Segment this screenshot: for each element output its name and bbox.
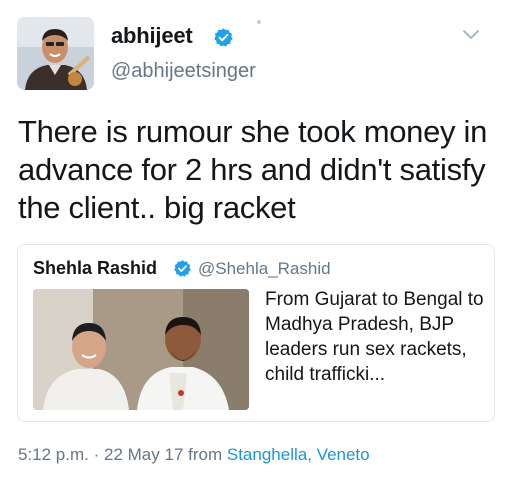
avatar-image	[17, 17, 94, 90]
location-link[interactable]: Stanghella, Veneto	[227, 445, 370, 464]
photo-image	[33, 289, 249, 410]
quoted-tweet-photo[interactable]	[33, 289, 249, 410]
tweet-date[interactable]: 22 May 17	[104, 445, 183, 464]
quoted-tweet-text: From Gujarat to Bengal to Madhya Pradesh…	[265, 289, 484, 385]
avatar[interactable]	[17, 17, 94, 90]
quoted-handle: @Shehla_Rashid	[198, 259, 331, 278]
display-name[interactable]: abhijeet	[111, 23, 193, 49]
tweet-text: There is rumour she took money in advanc…	[18, 114, 488, 225]
verified-badge-icon	[174, 260, 191, 277]
decorative-dot	[257, 20, 261, 24]
tweet-time[interactable]: 5:12 p.m.	[18, 445, 89, 464]
quoted-display-name: Shehla Rashid	[33, 258, 158, 278]
quoted-tweet-card[interactable]: Shehla Rashid @Shehla_Rashid From Gujara…	[17, 244, 495, 422]
from-label: from	[188, 445, 223, 464]
verified-badge-icon	[214, 28, 233, 47]
tweet-meta: 5:12 p.m. · 22 May 17 from Stanghella, V…	[18, 445, 370, 465]
meta-separator: ·	[93, 445, 100, 464]
chevron-down-icon[interactable]	[462, 27, 480, 41]
user-handle[interactable]: @abhijeetsinger	[111, 60, 256, 83]
